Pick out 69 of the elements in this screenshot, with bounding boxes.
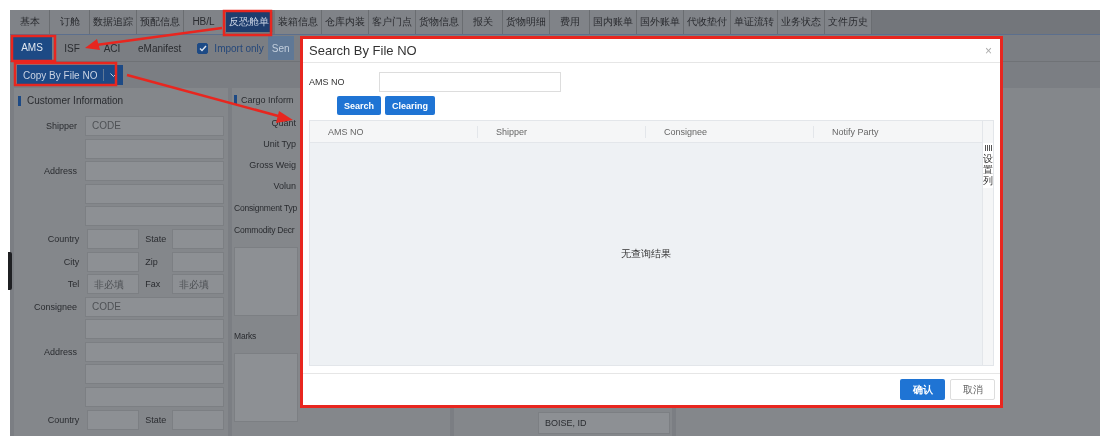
field-label: Unit Typ [262,138,296,149]
dialog-title: Search By File NO [309,43,417,59]
tab[interactable]: 文件历史 [825,10,872,34]
section-title: Cargo Inform [241,94,294,105]
field-label: Consignee [32,301,78,312]
field-label: Country [46,414,81,425]
action-button[interactable]: Clearing [385,96,436,116]
dialog-button[interactable]: 确认 [900,379,945,401]
tab[interactable]: 数据追踪 [90,10,137,34]
tab[interactable]: 客户门点 [369,10,416,34]
field-label: Shipper [44,120,78,131]
field-label: Country [46,233,81,244]
field-label: City [62,256,81,267]
section-marker [18,95,21,106]
tab[interactable]: 订舱 [50,10,90,34]
close-button[interactable]: × [985,43,992,58]
input-field[interactable]: CODE [85,115,224,136]
field-label: Quant [270,118,296,128]
field-label: Gross Weig [248,159,296,170]
copy-by-file-button[interactable]: Copy By File NO [17,65,124,85]
field-label: Address [42,346,78,357]
field-label: State [144,233,168,244]
column-settings-button[interactable]: 设置列 [983,143,993,189]
input-field[interactable]: CODE [85,296,224,317]
tab[interactable]: 代收垫付 [684,10,731,34]
column-header[interactable]: Shipper [478,125,646,138]
empty-message: 无查询结果 [621,247,671,262]
tab[interactable]: 仓库内装 [322,10,369,34]
send-button[interactable]: Sen [267,36,294,60]
tab[interactable]: 货物信息 [416,10,463,34]
section-title: Customer Information [27,95,124,107]
tab[interactable]: 单证流转 [731,10,778,34]
tab[interactable]: 反恐舱单 [226,12,273,32]
columns-icon [984,145,992,152]
field-label: Fax [144,279,162,290]
column-header[interactable]: Consignee [646,125,814,138]
checkbox[interactable] [197,42,209,54]
tab[interactable]: ISF [52,36,92,60]
column-header[interactable]: Notify Party [814,125,982,138]
field-label: State [144,414,168,425]
tab[interactable]: eManifest [132,36,188,60]
field-label: Address [42,166,78,177]
tab[interactable]: 费用 [550,10,590,34]
sidebar-toggle[interactable] [8,252,12,290]
checkbox-label: Import only [214,42,264,54]
tab[interactable]: 货物明细 [503,10,550,34]
field-label: Consignment Typ [234,202,297,213]
tab[interactable]: 基本 [10,10,50,34]
section-marker [234,94,237,105]
field-label: AMS NO [309,77,346,88]
tab[interactable]: 国内账单 [590,10,637,34]
column-header[interactable]: AMS NO [310,125,478,138]
tab[interactable]: 业务状态 [778,10,825,34]
field-label: Volun [272,180,296,191]
highlight-frame [222,9,273,37]
caret-icon [110,72,118,78]
tab[interactable]: 预配信息 [137,10,184,34]
input-field[interactable]: BOISE, ID [538,412,670,434]
tab[interactable]: HB/L [184,10,224,34]
field-label: Commodity Decr [234,225,295,236]
tab[interactable]: 国外账单 [637,10,684,34]
tab[interactable]: 装箱信息 [275,10,322,34]
field-label: Tel [66,279,81,290]
tab[interactable]: ACI [92,36,132,60]
action-button[interactable]: Search [337,96,382,116]
field-label: Zip [144,256,159,267]
tab[interactable]: 报关 [463,10,503,34]
field-label: Marks [234,331,257,342]
dialog-button[interactable]: 取消 [950,379,995,401]
